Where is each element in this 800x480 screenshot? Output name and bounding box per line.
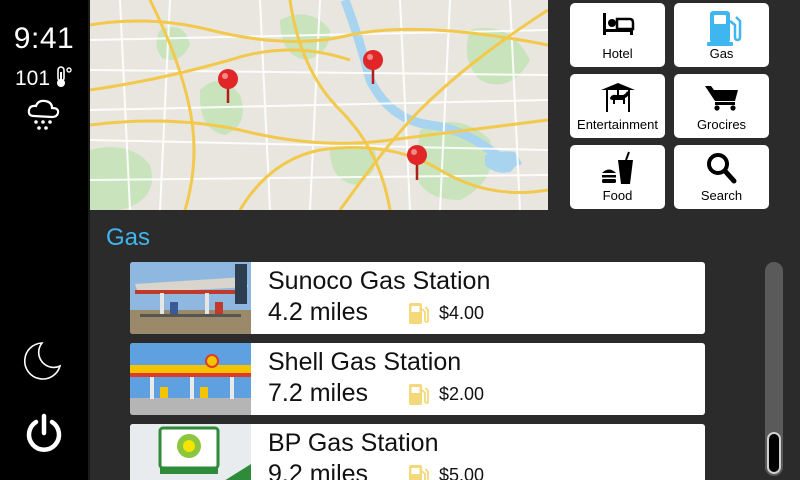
category-groceries-button[interactable]: Grocires <box>674 74 769 138</box>
station-photo <box>130 424 251 480</box>
gas-pump-icon <box>406 302 430 331</box>
station-row-shell[interactable]: Shell Gas Station 7.2 miles $2.00 <box>130 343 705 415</box>
map-view[interactable] <box>90 0 548 210</box>
shopping-cart-icon <box>674 80 769 116</box>
station-distance: 4.2 miles <box>268 298 369 326</box>
section-title: Gas <box>106 224 151 251</box>
carousel-icon <box>570 80 665 116</box>
category-gas-button[interactable]: Gas <box>674 3 769 67</box>
station-photo <box>130 262 251 334</box>
map-canvas[interactable] <box>90 0 548 210</box>
scrollbar-thumb[interactable] <box>767 432 781 474</box>
station-row-sunoco[interactable]: Sunoco Gas Station 4.2 miles $4.00 <box>130 262 705 334</box>
search-icon <box>674 151 769 187</box>
station-list[interactable]: Sunoco Gas Station 4.2 miles $4.00 Shell… <box>130 262 705 480</box>
category-food-button[interactable]: Food <box>570 145 665 209</box>
temperature-value: 101 <box>14 67 51 90</box>
snow-cloud-icon <box>26 96 62 137</box>
category-label: Hotel <box>602 46 633 61</box>
temperature: 101 <box>0 66 88 91</box>
station-photo <box>130 343 251 415</box>
bed-icon <box>570 9 665 45</box>
station-price: $2.00 <box>439 384 485 404</box>
gas-pump-icon <box>406 464 430 480</box>
station-price: $5.00 <box>439 465 485 480</box>
category-label: Food <box>602 188 633 203</box>
gas-pump-icon <box>406 383 430 412</box>
category-label: Search <box>700 188 743 203</box>
clock: 9:41 <box>13 22 75 55</box>
station-name: Sunoco Gas Station <box>268 267 491 295</box>
station-price: $4.00 <box>439 303 485 323</box>
food-icon <box>570 151 665 187</box>
power-button[interactable] <box>24 413 64 458</box>
list-scrollbar[interactable] <box>765 262 783 476</box>
station-distance: 7.2 miles <box>268 379 369 407</box>
category-label: Entertainment <box>577 117 658 132</box>
night-mode-moon-icon[interactable] <box>22 340 64 387</box>
gas-pump-icon <box>674 9 769 46</box>
category-label: Gas <box>709 46 734 61</box>
station-name: Shell Gas Station <box>268 348 462 376</box>
category-entertainment-button[interactable]: Entertainment <box>570 74 665 138</box>
station-name: BP Gas Station <box>268 429 439 457</box>
status-sidebar: 9:41 101 <box>0 0 90 480</box>
station-row-bp[interactable]: BP Gas Station 9.2 miles $5.00 <box>130 424 705 480</box>
thermometer-icon <box>57 66 72 87</box>
category-hotel-button[interactable]: Hotel <box>570 3 665 67</box>
category-label: Grocires <box>696 117 747 132</box>
category-search-button[interactable]: Search <box>674 145 769 209</box>
station-distance: 9.2 miles <box>268 460 369 480</box>
